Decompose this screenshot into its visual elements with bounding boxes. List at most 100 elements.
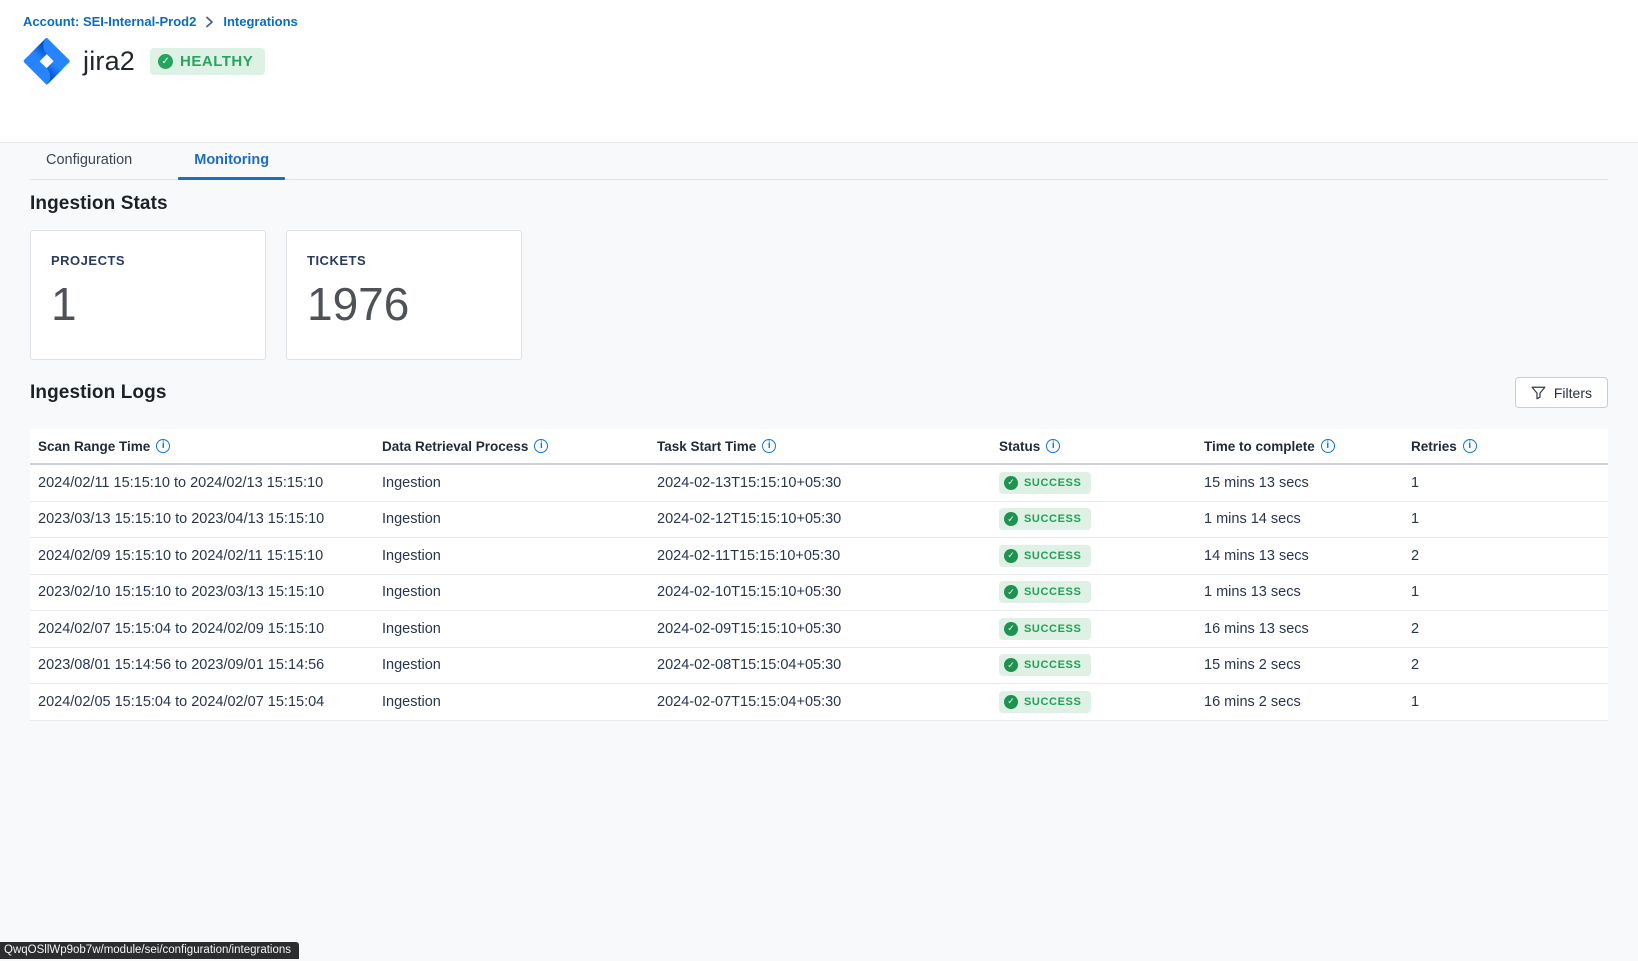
log-table-row[interactable]: 2024/02/07 15:15:04 to 2024/02/09 15:15:… — [30, 611, 1608, 648]
time-to-complete-cell: 1 mins 13 secs — [1196, 584, 1403, 600]
status-badge: ✓ SUCCESS — [999, 618, 1091, 640]
ingestion-stats-heading: Ingestion Stats — [30, 193, 1608, 215]
tab-monitoring[interactable]: Monitoring — [178, 143, 285, 179]
process-cell: Ingestion — [374, 548, 649, 564]
log-table-row[interactable]: 2023/08/01 15:14:56 to 2023/09/01 15:14:… — [30, 648, 1608, 685]
process-cell: Ingestion — [374, 475, 649, 491]
sei-integration-monitoring-page: Account: SEI-Internal-Prod2 Integrations — [0, 0, 1638, 721]
status-badge: ✓ SUCCESS — [999, 508, 1091, 530]
log-table-row[interactable]: 2023/02/10 15:15:10 to 2023/03/13 15:15:… — [30, 575, 1608, 612]
col-header-task-start-time: Task Start Time i — [649, 429, 991, 463]
time-to-complete-cell: 14 mins 13 secs — [1196, 548, 1403, 564]
stat-label: PROJECTS — [51, 253, 245, 268]
ingestion-logs-header-row: Ingestion Logs Filters — [30, 377, 1608, 408]
task-start-cell: 2024-02-07T15:15:04+05:30 — [649, 694, 991, 710]
task-start-cell: 2024-02-10T15:15:10+05:30 — [649, 584, 991, 600]
time-to-complete-cell: 16 mins 13 secs — [1196, 621, 1403, 637]
status-label: SUCCESS — [1024, 586, 1081, 598]
integration-title: jira2 — [83, 46, 135, 77]
status-label: SUCCESS — [1024, 477, 1081, 489]
page-header: Account: SEI-Internal-Prod2 Integrations — [0, 0, 1638, 143]
retries-cell: 2 — [1403, 657, 1608, 673]
log-table-row[interactable]: 2024/02/09 15:15:10 to 2024/02/11 15:15:… — [30, 538, 1608, 575]
status-badge: ✓ SUCCESS — [999, 691, 1091, 713]
health-badge: ✓ HEALTHY — [150, 48, 265, 75]
log-table-row[interactable]: 2023/03/13 15:15:10 to 2023/04/13 15:15:… — [30, 502, 1608, 539]
status-badge: ✓ SUCCESS — [999, 545, 1091, 567]
retries-cell: 1 — [1403, 511, 1608, 527]
stat-value: 1 — [51, 277, 245, 331]
info-icon[interactable]: i — [762, 439, 776, 453]
success-check-icon: ✓ — [1004, 476, 1018, 490]
success-check-icon: ✓ — [1004, 549, 1018, 563]
tab-configuration[interactable]: Configuration — [30, 143, 148, 179]
col-header-data-retrieval-process: Data Retrieval Process i — [374, 429, 649, 463]
ingestion-logs-table: Scan Range Time i Data Retrieval Process… — [30, 429, 1608, 721]
scan-range-cell: 2024/02/11 15:15:10 to 2024/02/13 15:15:… — [30, 475, 374, 491]
health-badge-label: HEALTHY — [180, 53, 253, 70]
info-icon[interactable]: i — [534, 439, 548, 453]
healthy-check-icon: ✓ — [158, 54, 173, 69]
task-start-cell: 2024-02-12T15:15:10+05:30 — [649, 511, 991, 527]
status-cell: ✓ SUCCESS — [991, 545, 1196, 567]
breadcrumb-integrations-link[interactable]: Integrations — [223, 14, 297, 29]
info-icon[interactable]: i — [1321, 439, 1335, 453]
col-header-status: Status i — [991, 429, 1196, 463]
table-header-row: Scan Range Time i Data Retrieval Process… — [30, 429, 1608, 465]
retries-cell: 1 — [1403, 694, 1608, 710]
status-cell: ✓ SUCCESS — [991, 581, 1196, 603]
status-cell: ✓ SUCCESS — [991, 508, 1196, 530]
scan-range-cell: 2023/02/10 15:15:10 to 2023/03/13 15:15:… — [30, 584, 374, 600]
status-badge: ✓ SUCCESS — [999, 654, 1091, 676]
browser-status-bar: QwqOSllWp9ob7w/module/sei/configuration/… — [0, 942, 299, 959]
scan-range-cell: 2024/02/07 15:15:04 to 2024/02/09 15:15:… — [30, 621, 374, 637]
task-start-cell: 2024-02-08T15:15:04+05:30 — [649, 657, 991, 673]
task-start-cell: 2024-02-09T15:15:10+05:30 — [649, 621, 991, 637]
log-table-row[interactable]: 2024/02/05 15:15:04 to 2024/02/07 15:15:… — [30, 684, 1608, 721]
scan-range-cell: 2023/08/01 15:14:56 to 2023/09/01 15:14:… — [30, 657, 374, 673]
time-to-complete-cell: 1 mins 14 secs — [1196, 511, 1403, 527]
scan-range-cell: 2024/02/05 15:15:04 to 2024/02/07 15:15:… — [30, 694, 374, 710]
retries-cell: 2 — [1403, 548, 1608, 564]
stat-cards: PROJECTS 1 TICKETS 1976 — [30, 230, 1608, 360]
success-check-icon: ✓ — [1004, 585, 1018, 599]
breadcrumb-account-link[interactable]: Account: SEI-Internal-Prod2 — [23, 14, 196, 29]
status-badge: ✓ SUCCESS — [999, 472, 1091, 494]
time-to-complete-cell: 15 mins 2 secs — [1196, 657, 1403, 673]
status-label: SUCCESS — [1024, 623, 1081, 635]
success-check-icon: ✓ — [1004, 658, 1018, 672]
time-to-complete-cell: 16 mins 2 secs — [1196, 694, 1403, 710]
success-check-icon: ✓ — [1004, 512, 1018, 526]
filters-button-label: Filters — [1554, 385, 1592, 401]
success-check-icon: ✓ — [1004, 622, 1018, 636]
time-to-complete-cell: 15 mins 13 secs — [1196, 475, 1403, 491]
status-label: SUCCESS — [1024, 513, 1081, 525]
col-header-retries: Retries i — [1403, 429, 1608, 463]
info-icon[interactable]: i — [1046, 439, 1060, 453]
process-cell: Ingestion — [374, 621, 649, 637]
integration-title-row: jira2 ✓ HEALTHY — [23, 38, 1614, 85]
status-cell: ✓ SUCCESS — [991, 654, 1196, 676]
info-icon[interactable]: i — [1463, 439, 1477, 453]
filters-button[interactable]: Filters — [1515, 377, 1608, 408]
status-label: SUCCESS — [1024, 659, 1081, 671]
status-badge: ✓ SUCCESS — [999, 581, 1091, 603]
info-icon[interactable]: i — [156, 439, 170, 453]
status-cell: ✓ SUCCESS — [991, 691, 1196, 713]
filter-funnel-icon — [1531, 386, 1546, 400]
stat-card-projects: PROJECTS 1 — [30, 230, 266, 360]
col-header-time-to-complete: Time to complete i — [1196, 429, 1403, 463]
stat-value: 1976 — [307, 277, 501, 331]
success-check-icon: ✓ — [1004, 695, 1018, 709]
stat-label: TICKETS — [307, 253, 501, 268]
breadcrumb-chevron-icon — [205, 16, 214, 28]
status-cell: ✓ SUCCESS — [991, 472, 1196, 494]
log-table-row[interactable]: 2024/02/11 15:15:10 to 2024/02/13 15:15:… — [30, 465, 1608, 502]
scan-range-cell: 2023/03/13 15:15:10 to 2023/04/13 15:15:… — [30, 511, 374, 527]
jira-logo-icon — [23, 38, 70, 85]
status-label: SUCCESS — [1024, 550, 1081, 562]
col-header-scan-range-time: Scan Range Time i — [30, 429, 374, 463]
process-cell: Ingestion — [374, 694, 649, 710]
task-start-cell: 2024-02-13T15:15:10+05:30 — [649, 475, 991, 491]
status-cell: ✓ SUCCESS — [991, 618, 1196, 640]
